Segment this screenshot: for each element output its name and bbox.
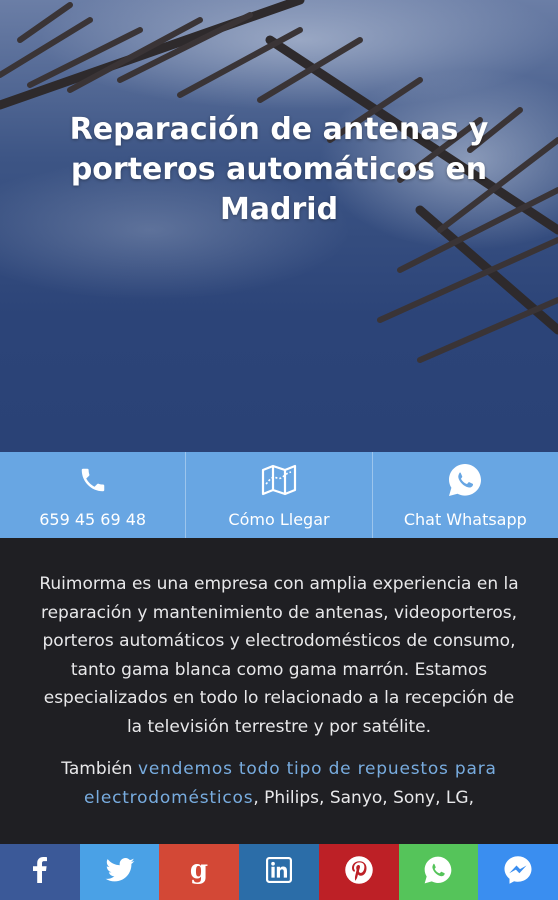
messenger-share-button[interactable] [478, 844, 558, 900]
twitter-share-button[interactable] [79, 844, 160, 900]
intro-paragraph: Ruimorma es una empresa con amplia exper… [39, 574, 519, 737]
pinterest-icon [344, 855, 374, 889]
google-plus-icon: g [188, 855, 210, 888]
whatsapp-icon [423, 855, 453, 889]
whatsapp-label: Chat Whatsapp [403, 510, 527, 529]
whatsapp-icon [447, 462, 483, 498]
pinterest-share-button[interactable] [318, 844, 399, 900]
parts-text-after: , Philips, Sanyo, Sony, LG, [253, 787, 474, 808]
whatsapp-share-button[interactable] [398, 844, 479, 900]
phone-icon [75, 462, 111, 498]
parts-paragraph: También vendemos todo tipo de repuestos … [36, 755, 522, 812]
linkedin-icon [266, 857, 293, 887]
linkedin-share-button[interactable] [239, 844, 319, 900]
contact-action-bar: 659 45 69 48 Cómo Llegar Chat Whatsapp [0, 452, 558, 538]
whatsapp-chat-button[interactable]: Chat Whatsapp [373, 452, 558, 538]
intro-section: Ruimorma es una empresa con amplia exper… [0, 538, 558, 844]
facebook-icon [32, 857, 47, 887]
directions-button[interactable]: Cómo Llegar [186, 452, 373, 538]
svg-text:g: g [190, 856, 208, 884]
phone-number-label: 659 45 69 48 [39, 510, 147, 529]
map-icon [261, 462, 297, 498]
facebook-share-button[interactable] [0, 844, 80, 900]
parts-text-before: También [61, 759, 138, 779]
messenger-icon [503, 855, 533, 889]
directions-label: Cómo Llegar [228, 510, 330, 529]
hero-banner: Reparación de antenas y porteros automát… [0, 0, 558, 452]
social-share-bar: g [0, 844, 558, 900]
twitter-icon [105, 858, 135, 886]
page-title: Reparación de antenas y porteros automát… [69, 112, 489, 227]
google-plus-share-button[interactable]: g [159, 844, 240, 900]
call-phone-button[interactable]: 659 45 69 48 [0, 452, 187, 538]
